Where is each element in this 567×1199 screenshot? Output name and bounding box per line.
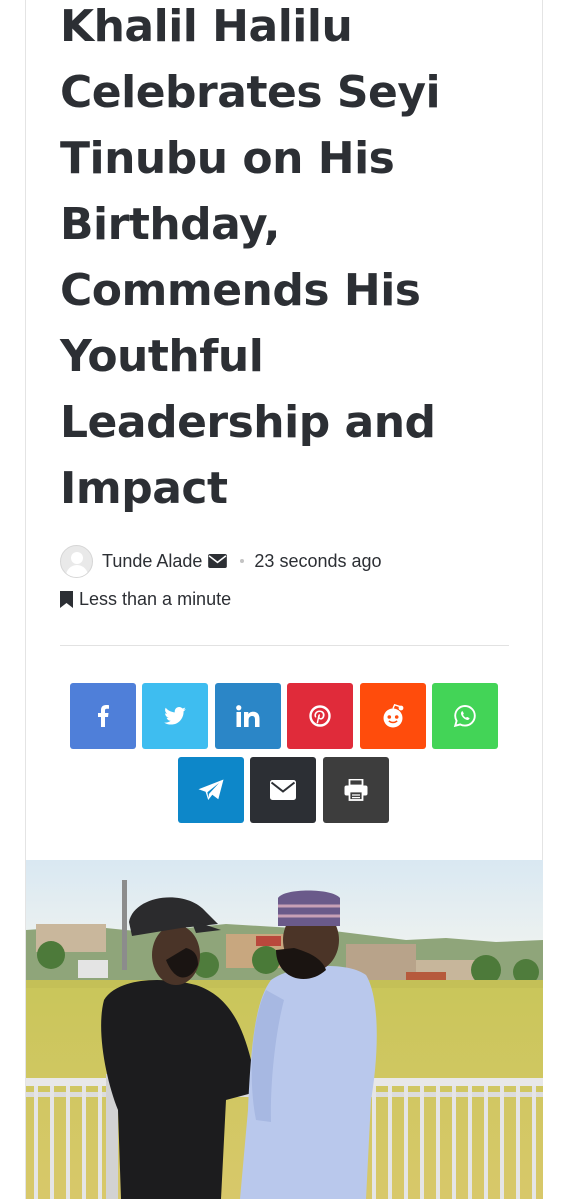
author-name[interactable]: Tunde Alade	[102, 551, 202, 572]
reading-time-label: Less than a minute	[79, 589, 232, 609]
envelope-icon	[270, 780, 296, 800]
post-meta: Tunde Alade 23 seconds ago	[60, 544, 382, 578]
post-time: 23 seconds ago	[254, 550, 382, 571]
article-card: Khalil Halilu Celebrates Seyi Tinubu on …	[25, 0, 543, 1199]
envelope-icon[interactable]	[208, 554, 228, 568]
telegram-icon	[198, 779, 224, 800]
pinterest-icon	[309, 705, 331, 727]
share-email-button[interactable]	[250, 757, 316, 823]
whatsapp-icon	[453, 705, 476, 728]
share-telegram-button[interactable]	[178, 757, 244, 823]
facebook-icon	[98, 705, 109, 727]
share-whatsapp-button[interactable]	[432, 683, 498, 749]
twitter-icon	[164, 707, 186, 725]
featured-photo-illustration	[26, 860, 543, 1199]
printer-icon	[344, 779, 368, 801]
reddit-icon	[383, 704, 404, 728]
share-facebook-button[interactable]	[70, 683, 136, 749]
bookmark-icon	[60, 591, 73, 608]
share-print-button[interactable]	[323, 757, 389, 823]
meta-separator	[240, 559, 245, 563]
share-linkedin-button[interactable]	[215, 683, 281, 749]
reading-time: Less than a minute	[60, 589, 231, 610]
article-title: Khalil Halilu Celebrates Seyi Tinubu on …	[60, 1, 441, 514]
share-pinterest-button[interactable]	[287, 683, 353, 749]
share-reddit-button[interactable]	[360, 683, 426, 749]
featured-image	[26, 860, 543, 1199]
author-avatar[interactable]	[60, 544, 93, 578]
linkedin-icon	[236, 705, 260, 727]
share-twitter-button[interactable]	[142, 683, 208, 749]
meta-divider	[60, 645, 509, 646]
